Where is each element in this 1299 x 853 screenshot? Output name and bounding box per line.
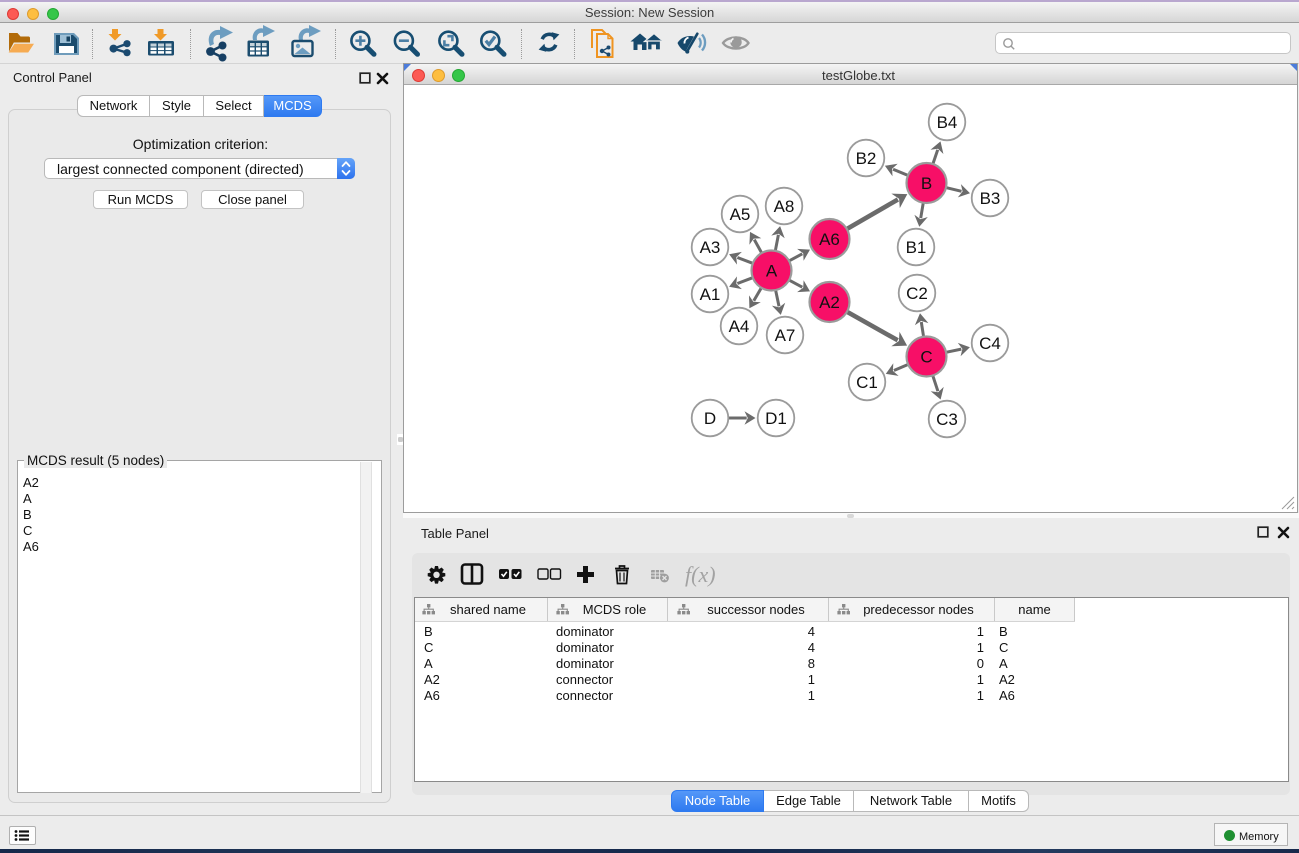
svg-text:B3: B3: [980, 189, 1001, 208]
svg-text:A7: A7: [775, 326, 796, 345]
svg-text:A1: A1: [700, 285, 721, 304]
svg-text:C2: C2: [906, 284, 928, 303]
svg-text:D1: D1: [765, 409, 787, 428]
svg-text:B1: B1: [906, 238, 927, 257]
svg-text:A: A: [766, 262, 778, 281]
svg-text:A2: A2: [819, 293, 840, 312]
svg-text:C: C: [920, 348, 932, 367]
svg-text:A8: A8: [774, 197, 795, 216]
svg-text:C3: C3: [936, 410, 958, 429]
svg-text:B: B: [921, 174, 932, 193]
svg-text:A4: A4: [729, 317, 750, 336]
svg-text:A6: A6: [819, 230, 840, 249]
svg-text:B4: B4: [937, 113, 958, 132]
svg-text:A5: A5: [730, 205, 751, 224]
svg-text:C1: C1: [856, 373, 878, 392]
svg-text:B2: B2: [856, 149, 877, 168]
svg-text:f(x): f(x): [685, 562, 716, 587]
svg-text:D: D: [704, 409, 716, 428]
svg-text:C4: C4: [979, 334, 1001, 353]
svg-text:A3: A3: [700, 238, 721, 257]
